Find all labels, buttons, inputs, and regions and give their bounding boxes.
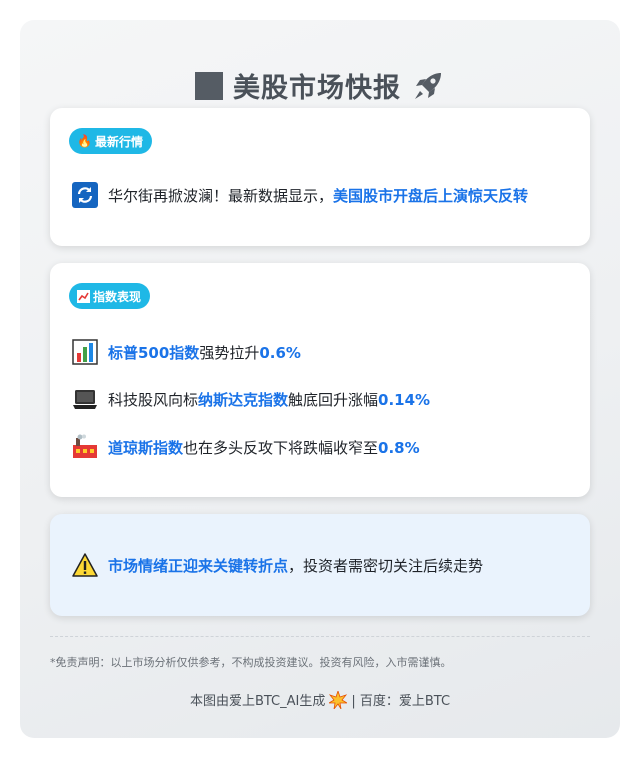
index-name-nasdaq: 纳斯达克指数 — [198, 390, 289, 409]
index-row-dow: 道琼斯指数也在多头反攻下将跌幅收窄至0.8% — [72, 434, 420, 460]
index-name-sp500: 标普500指数 — [108, 343, 200, 362]
burst-icon — [329, 690, 348, 709]
factory-icon — [73, 434, 97, 458]
latest-card: 🔥 最新行情 华尔街再掀波澜！最新数据显示，美国股市开盘后上演惊天反转 — [50, 108, 590, 246]
refresh-icon — [72, 182, 98, 208]
warning-icon — [72, 553, 98, 577]
latest-row: 华尔街再掀波澜！最新数据显示，美国股市开盘后上演惊天反转 — [72, 182, 528, 208]
sentiment-card: 市场情绪正迎来关键转折点，投资者需密切关注后续走势 — [50, 514, 590, 616]
index-value-sp500: 0.6% — [259, 343, 301, 362]
footer-right: | 百度：爱上BTC — [351, 694, 451, 709]
disclaimer: *免责声明：以上市场分析仅供参考，不构成投资建议。投资有风险，入市需谨慎。 — [50, 656, 452, 669]
latest-tag-label: 最新行情 — [94, 134, 143, 149]
indices-card: 指数表现 标普500指数强势拉升0.6% 科技股风向标纳斯达克指数触底回升涨幅0… — [50, 263, 590, 497]
indices-tag: 指数表现 — [69, 283, 151, 309]
black-square-icon — [195, 71, 223, 100]
index-row-nasdaq: 科技股风向标纳斯达克指数触底回升涨幅0.14% — [72, 386, 430, 412]
rocket-icon — [415, 72, 441, 99]
latest-text: 华尔街再掀波澜！最新数据显示，美国股市开盘后上演惊天反转 — [108, 186, 529, 205]
index-row-sp500: 标普500指数强势拉升0.6% — [72, 339, 301, 365]
chart-up-icon — [77, 289, 90, 303]
sentiment-highlight: 市场情绪正迎来关键转折点 — [108, 556, 289, 575]
report-frame: 美股市场快报 🔥 最新行情 华尔街再掀波澜！最新数据显示，美国股市开盘后上演惊天… — [20, 20, 620, 738]
page-title-text: 美股市场快报 — [233, 73, 401, 104]
indices-tag-label: 指数表现 — [93, 289, 142, 304]
footer-left: 本图由爱上BTC_AI生成 — [189, 694, 326, 709]
sentiment-row: 市场情绪正迎来关键转折点，投资者需密切关注后续走势 — [72, 552, 483, 578]
index-value-dow: 0.8% — [378, 438, 420, 457]
footer: 本图由爱上BTC_AI生成 | 百度：爱上BTC — [20, 690, 620, 709]
divider — [50, 636, 590, 637]
sentiment-text: 市场情绪正迎来关键转折点，投资者需密切关注后续走势 — [108, 556, 484, 575]
latest-tag: 🔥 最新行情 — [69, 128, 152, 154]
index-value-nasdaq: 0.14% — [378, 390, 431, 409]
index-text-dow: 道琼斯指数也在多头反攻下将跌幅收窄至0.8% — [108, 438, 420, 457]
laptop-icon — [73, 390, 97, 409]
index-text-nasdaq: 科技股风向标纳斯达克指数触底回升涨幅0.14% — [108, 390, 431, 409]
latest-highlight: 美国股市开盘后上演惊天反转 — [333, 186, 529, 205]
index-name-dow: 道琼斯指数 — [108, 438, 184, 457]
page-title: 美股市场快报 — [20, 66, 620, 105]
bar-chart-icon — [72, 339, 98, 365]
fire-icon: 🔥 — [77, 134, 92, 148]
index-text-sp500: 标普500指数强势拉升0.6% — [108, 343, 301, 362]
